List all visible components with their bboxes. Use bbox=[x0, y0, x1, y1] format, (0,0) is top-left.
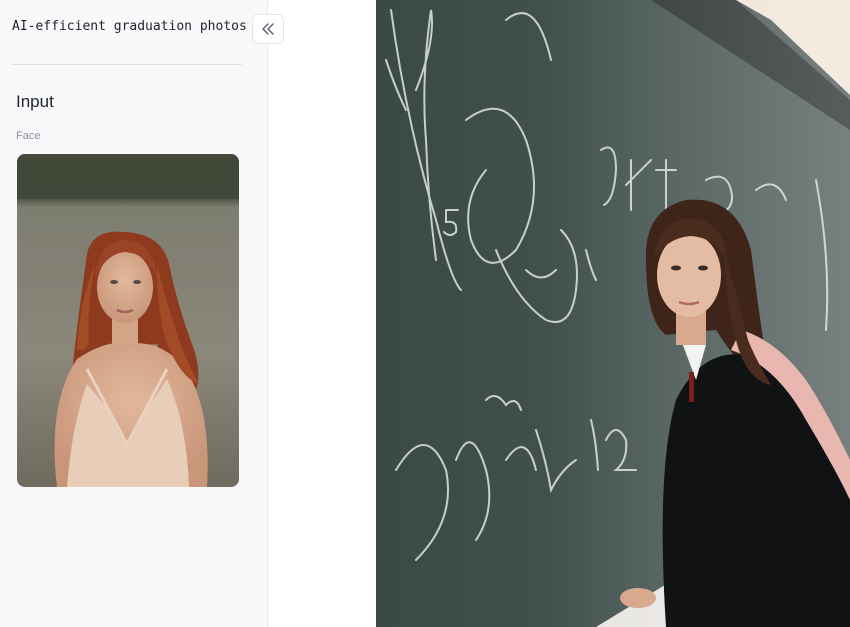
face-input-image[interactable] bbox=[17, 154, 239, 487]
sidebar: AI-efficient graduation photos Input Fac… bbox=[0, 0, 268, 627]
divider bbox=[12, 64, 242, 65]
spacer-panel bbox=[268, 0, 376, 627]
collapse-sidebar-button[interactable] bbox=[252, 14, 284, 44]
face-label: Face bbox=[16, 130, 41, 142]
section-title: Input bbox=[16, 92, 54, 111]
app-title: AI-efficient graduation photos bbox=[12, 19, 247, 34]
double-chevron-left-icon bbox=[261, 23, 275, 35]
result-image[interactable] bbox=[376, 0, 850, 627]
